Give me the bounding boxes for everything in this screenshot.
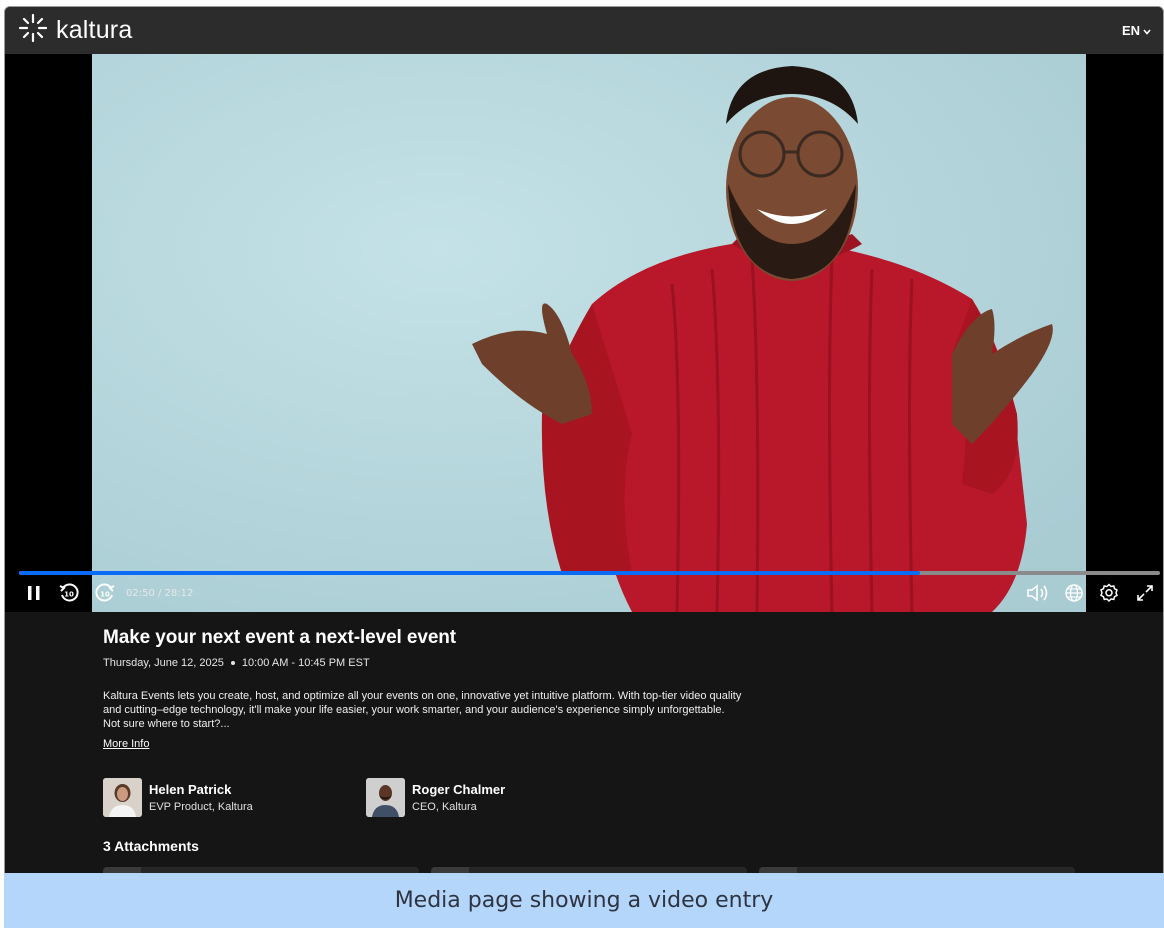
fullscreen-icon — [1135, 583, 1155, 608]
svg-text:10: 10 — [64, 590, 74, 598]
media-page-window: kaltura EN 10 10 02:50 / 28:12 Make your… — [4, 6, 1164, 928]
event-description: Kaltura Events lets you create, host, an… — [103, 690, 742, 730]
video-frame — [92, 54, 1086, 612]
video-player[interactable]: 10 10 02:50 / 28:12 — [5, 54, 1163, 612]
kaltura-starburst-icon — [18, 13, 48, 48]
progress-bar[interactable] — [19, 571, 1160, 575]
attachments-heading: 3 Attachments — [103, 838, 199, 854]
top-bar: kaltura EN — [5, 7, 1163, 54]
speaker-card[interactable]: Roger Chalmer CEO, Kaltura — [366, 778, 505, 817]
language-button[interactable] — [1063, 582, 1085, 608]
language-globe-icon — [1064, 583, 1084, 608]
event-schedule: Thursday, June 12, 2025 10:00 AM - 10:45… — [103, 657, 803, 669]
progress-fill — [19, 571, 921, 575]
settings-button[interactable] — [1098, 582, 1120, 608]
separator-dot — [230, 661, 235, 665]
speaker-role: CEO, Kaltura — [412, 801, 477, 813]
event-details: Make your next event a next-level event … — [103, 627, 803, 752]
rewind-10-button[interactable]: 10 — [58, 582, 80, 608]
rewind-10-icon: 10 — [58, 582, 80, 609]
chevron-down-icon — [1143, 23, 1151, 38]
player-controls: 10 10 02:50 / 28:12 — [5, 582, 1163, 612]
language-label: EN — [1121, 23, 1140, 38]
speaker-name: Roger Chalmer — [412, 782, 506, 797]
pause-button[interactable] — [25, 582, 43, 608]
fullscreen-button[interactable] — [1134, 582, 1156, 608]
brand-logo[interactable]: kaltura — [18, 13, 132, 48]
brand-name: kaltura — [56, 16, 133, 44]
svg-text:10: 10 — [100, 590, 110, 598]
volume-icon — [1026, 583, 1050, 607]
time-display: 02:50 / 28:12 — [126, 588, 194, 599]
more-info-link[interactable]: More Info — [103, 738, 149, 750]
event-title: Make your next event a next-level event — [103, 627, 457, 648]
event-date: Thursday, June 12, 2025 — [103, 657, 224, 669]
settings-gear-icon — [1099, 582, 1119, 608]
avatar — [366, 778, 405, 817]
speakers-list: Helen Patrick EVP Product, Kaltura Roger… — [103, 778, 803, 818]
language-selector[interactable]: EN — [1122, 23, 1151, 38]
forward-10-icon: 10 — [94, 582, 116, 609]
avatar — [103, 778, 142, 817]
event-time: 10:00 AM - 10:45 PM EST — [241, 657, 370, 669]
speaker-role: EVP Product, Kaltura — [149, 801, 253, 813]
speaker-name: Helen Patrick — [149, 782, 232, 797]
speaker-card[interactable]: Helen Patrick EVP Product, Kaltura — [103, 778, 253, 817]
forward-10-button[interactable]: 10 — [94, 582, 116, 608]
caption-banner: Media page showing a video entry — [4, 873, 1164, 928]
pause-icon — [27, 585, 41, 606]
volume-button[interactable] — [1025, 582, 1051, 608]
caption-text: Media page showing a video entry — [394, 888, 774, 913]
